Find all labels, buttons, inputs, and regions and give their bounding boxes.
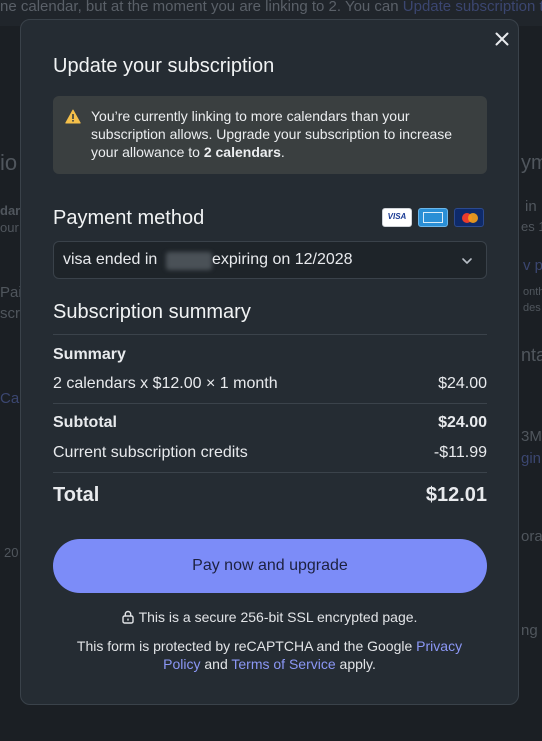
warning-icon — [65, 109, 81, 124]
recaptcha-notice: This form is protected by reCAPTCHA and … — [61, 637, 478, 673]
background-fragment: our — [0, 220, 19, 235]
background-fragment: nta — [521, 345, 542, 365]
background-fragment: 3M — [521, 428, 542, 445]
legal-and: and — [200, 656, 232, 672]
card-expiry-text: expiring on 12/2028 — [212, 251, 353, 268]
line-item-label: 2 calendars x $12.00 × 1 month — [53, 375, 278, 392]
warning-banner: You’re currently linking to more calenda… — [53, 96, 487, 174]
subscription-summary-heading: Subscription summary — [53, 301, 251, 323]
card-prefix-text: visa ended in — [63, 251, 158, 268]
dialog-title: Update your subscription — [53, 55, 275, 77]
terms-of-service-link[interactable]: Terms of Service — [231, 656, 335, 672]
background-fragment: gin — [521, 450, 542, 467]
background-fragment: ora — [521, 528, 542, 545]
chevron-down-icon — [462, 258, 472, 264]
background-fragment: es 1 — [521, 219, 542, 234]
divider — [53, 334, 487, 335]
payment-method-heading: Payment method — [53, 207, 205, 229]
close-icon — [495, 32, 509, 46]
credits-amount: -$11.99 — [433, 444, 487, 461]
legal-apply: apply. — [335, 656, 376, 672]
background-fragment: v p — [523, 257, 542, 274]
background-fragment: Ca — [0, 390, 20, 407]
redacted-card-digits — [166, 252, 212, 270]
background-fragment: io — [0, 150, 18, 175]
secure-text: This is a secure 256-bit SSL encrypted p… — [138, 609, 418, 625]
background-fragment: dar — [0, 203, 21, 218]
background-fragment: onth — [523, 286, 542, 298]
background-fragment: scr — [0, 305, 20, 322]
warning-text-end: . — [280, 144, 285, 160]
background-update-link: Update subscription to — [402, 0, 542, 15]
background-fragment: ym — [521, 152, 542, 174]
credits-label: Current subscription credits — [53, 444, 248, 461]
payment-method-select[interactable]: visa ended in expiring on 12/2028 — [53, 241, 487, 279]
warning-calendar-count: 2 calendars — [203, 144, 281, 160]
background-fragment: 20 — [4, 545, 19, 560]
divider — [53, 403, 487, 404]
total-label: Total — [53, 484, 100, 506]
summary-header: Summary — [53, 346, 126, 363]
secure-notice: This is a secure 256-bit SSL encrypted p… — [21, 609, 518, 625]
background-fragment: Pai — [0, 284, 22, 301]
line-item-amount: $24.00 — [438, 375, 487, 392]
background-fragment: ng c — [521, 622, 542, 639]
lock-icon — [121, 610, 134, 624]
total-amount: $12.01 — [425, 484, 487, 506]
subtotal-amount: $24.00 — [438, 414, 487, 431]
close-button[interactable] — [492, 29, 512, 49]
visa-card-icon: VISA — [382, 208, 412, 227]
visa-card-label: VISA — [387, 212, 407, 221]
divider — [53, 472, 487, 473]
background-banner-text: ne calendar, but at the moment you are l… — [0, 0, 542, 15]
subtotal-label: Subtotal — [53, 414, 117, 431]
legal-text: This form is protected by reCAPTCHA and … — [76, 638, 417, 654]
background-fragment: in — [525, 198, 537, 215]
background-banner-text-main: ne calendar, but at the moment you are l… — [0, 0, 403, 15]
background-fragment: des — [523, 302, 541, 314]
mastercard-card-icon — [454, 208, 484, 227]
amex-card-icon — [418, 208, 448, 227]
update-subscription-dialog: Update your subscription You’re currentl… — [20, 19, 519, 705]
accepted-cards: VISA — [382, 208, 484, 227]
pay-now-button[interactable]: Pay now and upgrade — [53, 539, 487, 593]
